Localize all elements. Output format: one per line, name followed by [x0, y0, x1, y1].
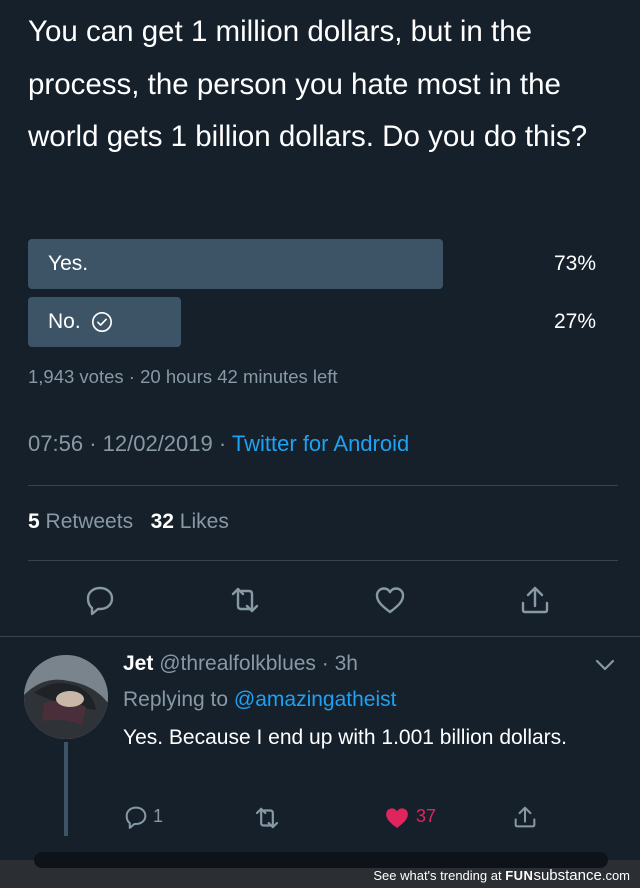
- watermark-brand-rest: substance: [533, 867, 602, 884]
- tweet-timestamp: 07:56 · 12/02/2019 · Twitter for Android: [28, 431, 409, 457]
- poll-meta: 1,943 votes · 20 hours 42 minutes left: [28, 366, 338, 388]
- poll-option-label: No.: [48, 297, 113, 347]
- poll-result-bar: [28, 239, 443, 289]
- divider: [28, 560, 618, 561]
- watermark-text: See what's trending at FUNsubstance.com: [373, 867, 630, 884]
- retweets-label: Retweets: [45, 510, 134, 533]
- watermark-caption: See what's trending at: [373, 868, 502, 883]
- time-left: 20 hours 42 minutes left: [140, 366, 338, 387]
- watermark-brand-fun: FUN: [505, 868, 534, 883]
- watermark-bar: See what's trending at FUNsubstance.com: [0, 852, 640, 888]
- divider: [0, 636, 640, 637]
- reply-header: Jet @threalfolkblues · 3h: [123, 652, 358, 676]
- likes-count: 32: [150, 510, 174, 533]
- poll-option-text: No.: [48, 310, 81, 333]
- like-icon-filled[interactable]: [382, 803, 412, 833]
- poll-question: You can get 1 million dollars, but in th…: [28, 15, 588, 153]
- reply-icon[interactable]: [122, 803, 150, 831]
- reply-time: 3h: [334, 652, 358, 675]
- avatar-image: [24, 655, 108, 739]
- replying-to-label: Replying to: [123, 688, 229, 711]
- separator-dot: ·: [218, 431, 227, 456]
- poll-option-label: Yes.: [48, 252, 89, 275]
- poll-option-no: No. 27%: [28, 297, 596, 347]
- reply-count: 1: [153, 806, 164, 826]
- tweet-source-link[interactable]: Twitter for Android: [232, 431, 409, 456]
- reply-icon[interactable]: [82, 582, 118, 618]
- separator-dot: ·: [321, 652, 329, 675]
- like-icon[interactable]: [372, 582, 408, 618]
- likes-stat[interactable]: 32 Likes: [151, 510, 229, 533]
- replying-to-line: Replying to @amazingatheist: [123, 688, 396, 712]
- compose-pill: [34, 852, 608, 868]
- check-circle-icon: [91, 312, 112, 332]
- tweet-stats: 5 Retweets 32 Likes: [28, 510, 229, 534]
- separator-dot: ·: [89, 431, 97, 456]
- retweets-count: 5: [28, 510, 40, 533]
- retweets-stat[interactable]: 5 Retweets: [28, 510, 139, 533]
- watermark-brand-suffix: .com: [601, 868, 630, 883]
- poll-option-percent: 27%: [553, 310, 596, 333]
- reply-text: Yes. Because I end up with 1.001 billion…: [123, 726, 568, 749]
- retweet-icon[interactable]: [252, 803, 282, 833]
- avatar[interactable]: [24, 655, 108, 739]
- share-icon[interactable]: [511, 803, 539, 831]
- retweet-icon[interactable]: [227, 582, 263, 618]
- separator-dot: ·: [128, 366, 135, 387]
- replying-to-mention[interactable]: @amazingatheist: [234, 688, 397, 711]
- vote-count: 1,943 votes: [28, 366, 124, 387]
- poll-option-percent: 73%: [553, 252, 596, 275]
- tweet-date: 12/02/2019: [102, 431, 213, 456]
- share-icon[interactable]: [517, 582, 553, 618]
- reply-author-handle[interactable]: @threalfolkblues: [159, 652, 316, 675]
- likes-label: Likes: [179, 510, 229, 533]
- like-count: 37: [416, 806, 437, 826]
- tweet-time: 07:56: [28, 431, 84, 456]
- divider: [28, 485, 618, 486]
- reply-author-name[interactable]: Jet: [123, 652, 153, 675]
- poll-option-yes: Yes. 73%: [28, 239, 596, 289]
- chevron-down-icon[interactable]: [594, 657, 616, 673]
- thread-line: [64, 742, 68, 836]
